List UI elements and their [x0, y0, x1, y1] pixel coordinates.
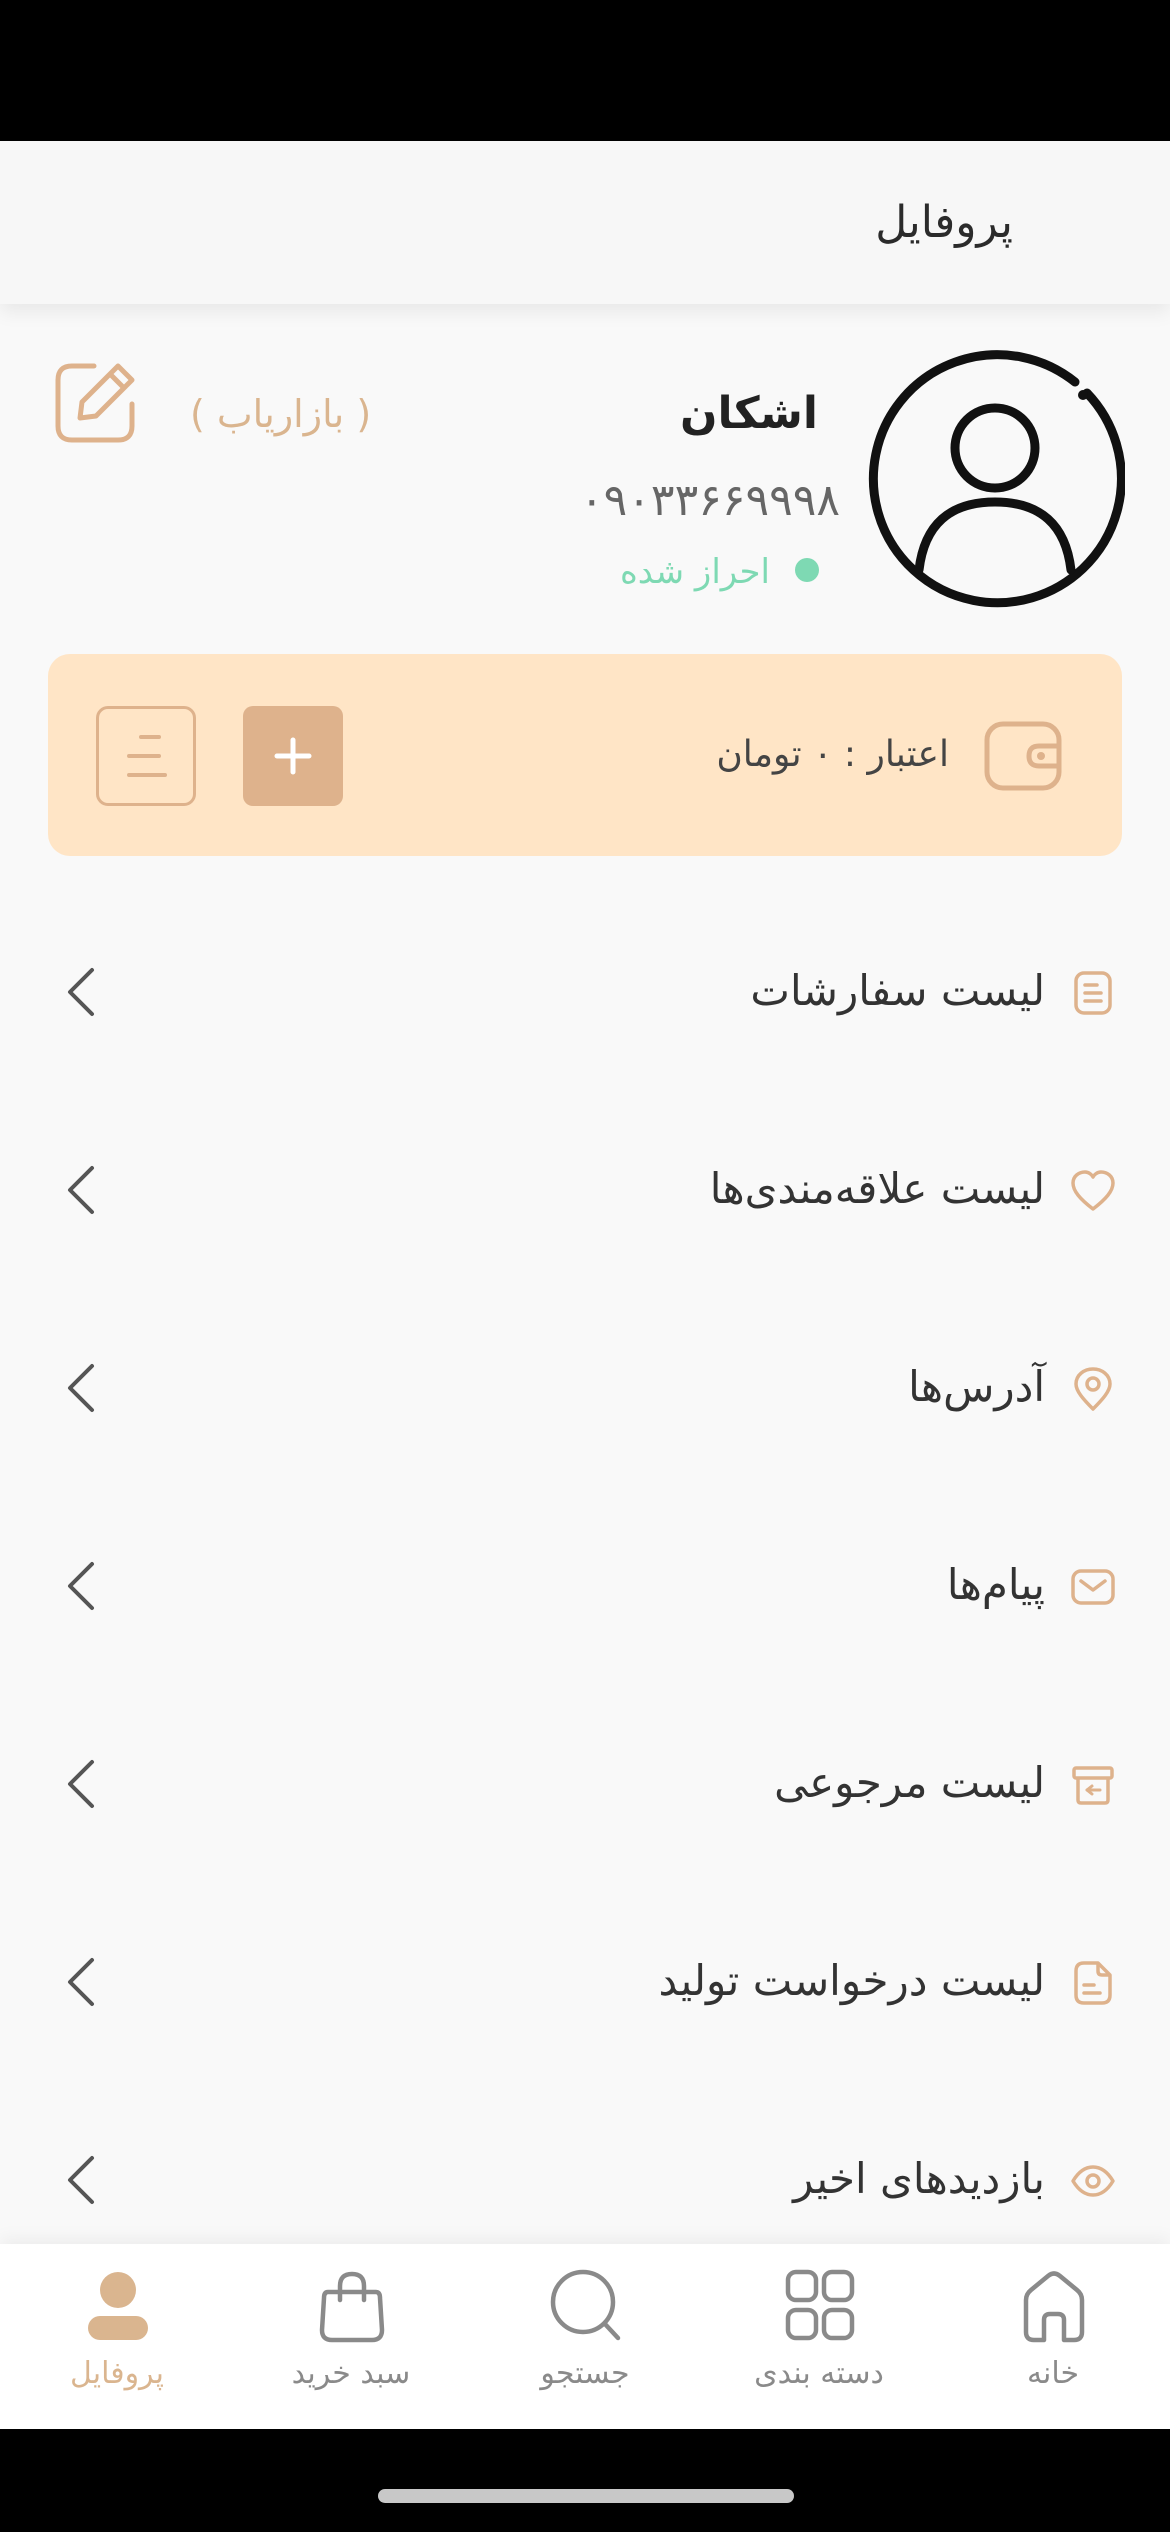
nav-label: سبد خرید — [291, 2356, 411, 2391]
credit-balance: اعتبار : ۰ تومان — [716, 734, 949, 775]
document-icon — [1074, 971, 1112, 1015]
chevron-left-icon — [68, 1166, 94, 1214]
menu-item-addresses[interactable]: آدرس‌ها — [0, 1328, 1170, 1448]
home-indicator[interactable] — [378, 2489, 794, 2503]
grid-icon — [785, 2269, 855, 2341]
home-indicator-area — [0, 2429, 1170, 2532]
list-icon-line — [139, 735, 161, 739]
menu-item-label: آدرس‌ها — [908, 1362, 1045, 1411]
menu-item-label: لیست مرجوعی — [774, 1758, 1045, 1807]
app-header: پروفایل — [0, 141, 1170, 304]
search-icon — [550, 2269, 621, 2341]
wallet-icon — [984, 721, 1062, 791]
verified-status-dot — [795, 558, 819, 582]
edit-profile-button[interactable] — [52, 358, 140, 446]
menu-item-favorites[interactable]: لیست علاقه‌مندی‌ها — [0, 1130, 1170, 1250]
nav-label: پروفایل — [70, 2356, 164, 2391]
menu-item-label: بازدیدهای اخیر — [793, 2154, 1045, 2203]
nav-label: خانه — [1026, 2356, 1080, 2391]
user-name: اشکان — [679, 388, 818, 439]
eye-icon — [1071, 2165, 1115, 2197]
menu-item-production-requests[interactable]: لیست درخواست تولید — [0, 1922, 1170, 2042]
verified-status-label: احراز شده — [619, 552, 770, 592]
shopping-bag-icon — [319, 2271, 385, 2343]
profile-screen: پروفایل اشکان ۰۹۰۳۳۶۶۹۹۹۸ احراز شده ( با… — [0, 0, 1170, 2532]
menu-item-label: لیست علاقه‌مندی‌ها — [709, 1164, 1045, 1213]
chevron-left-icon — [68, 2156, 94, 2204]
menu-item-label: پیام‌ها — [946, 1560, 1045, 1609]
location-pin-icon — [1074, 1367, 1112, 1411]
avatar-icon — [868, 350, 1125, 608]
status-bar — [0, 0, 1170, 141]
nav-profile[interactable]: پروفایل — [0, 2244, 234, 2429]
menu-item-orders[interactable]: لیست سفارشات — [0, 932, 1170, 1052]
menu-item-recent-views[interactable]: بازدیدهای اخیر — [0, 2120, 1170, 2240]
nav-cart[interactable]: سبد خرید — [234, 2244, 468, 2429]
user-role-label: ( بازاریاب ) — [190, 392, 372, 436]
nav-label: دسته بندی — [754, 2356, 884, 2391]
menu-item-returns[interactable]: لیست مرجوعی — [0, 1724, 1170, 1844]
chevron-left-icon — [68, 1958, 94, 2006]
chevron-left-icon — [68, 968, 94, 1016]
list-icon-line — [127, 754, 161, 758]
menu-item-label: لیست سفارشات — [750, 966, 1045, 1015]
page-title: پروفایل — [875, 197, 1013, 248]
user-icon — [88, 2272, 148, 2340]
menu-item-label: لیست درخواست تولید — [658, 1956, 1045, 2005]
menu-item-messages[interactable]: پیام‌ها — [0, 1526, 1170, 1646]
transactions-list-button[interactable] — [96, 706, 196, 806]
chevron-left-icon — [68, 1760, 94, 1808]
home-icon — [1023, 2271, 1085, 2343]
nav-home[interactable]: خانه — [936, 2244, 1170, 2429]
chevron-left-icon — [68, 1364, 94, 1412]
request-document-icon — [1074, 1961, 1112, 2005]
nav-label: جستجو — [540, 2356, 630, 2391]
list-icon-line — [127, 773, 167, 777]
chevron-left-icon — [68, 1562, 94, 1610]
add-credit-button[interactable] — [243, 706, 343, 806]
nav-categories[interactable]: دسته بندی — [702, 2244, 936, 2429]
plus-icon — [274, 737, 312, 775]
credit-card: اعتبار : ۰ تومان — [48, 654, 1122, 856]
bottom-navigation: خانه دسته بندی جستجو سبد خرید پروفایل — [0, 2244, 1170, 2429]
return-box-icon — [1072, 1766, 1114, 1805]
user-phone: ۰۹۰۳۳۶۶۹۹۹۸ — [580, 475, 840, 526]
mail-icon — [1071, 1569, 1115, 1605]
heart-icon — [1071, 1170, 1115, 1211]
nav-search[interactable]: جستجو — [468, 2244, 702, 2429]
